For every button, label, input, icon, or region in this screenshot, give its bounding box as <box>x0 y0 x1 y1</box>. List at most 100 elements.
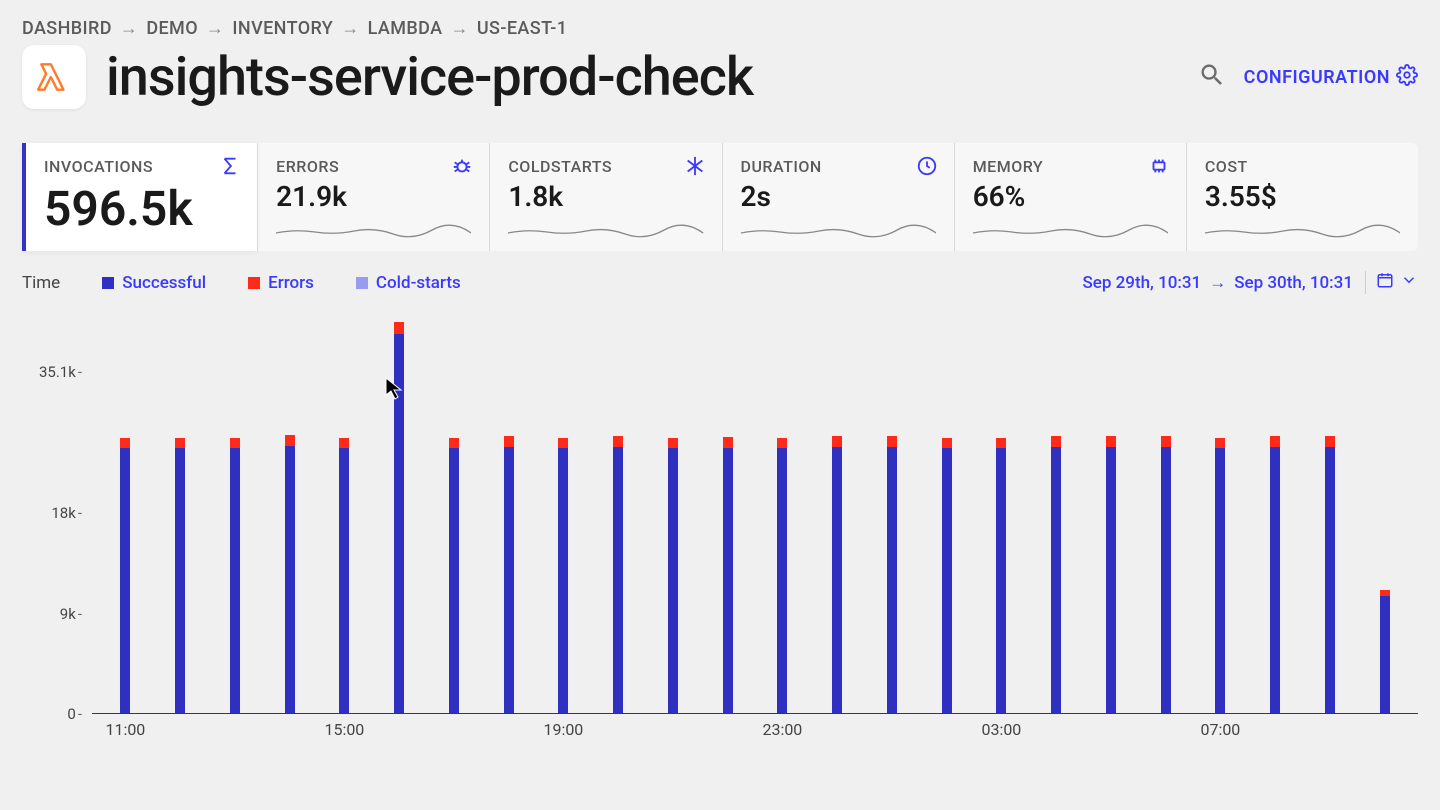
breadcrumb-item[interactable]: US-EAST-1 <box>477 18 568 39</box>
bar-segment-errors <box>1106 436 1116 447</box>
bar-slot[interactable] <box>1193 312 1248 713</box>
metric-card-memory[interactable]: MEMORY 66% <box>954 143 1186 251</box>
x-tick: 11:00 <box>98 714 153 752</box>
sigma-icon <box>219 155 241 177</box>
bar-slot[interactable] <box>1248 312 1303 713</box>
bar-segment-errors <box>613 436 623 447</box>
x-tick <box>1084 714 1139 752</box>
bar-segment-successful <box>1215 448 1225 713</box>
breadcrumb-item[interactable]: DEMO <box>146 18 198 39</box>
bar-segment-errors <box>832 436 842 447</box>
bar-segment-successful <box>558 448 568 713</box>
metric-value: 2s <box>741 180 936 213</box>
bar-slot[interactable] <box>919 312 974 713</box>
bar-segment-successful <box>1380 596 1390 713</box>
bar-segment-errors <box>777 438 787 448</box>
metric-label: COLDSTARTS <box>508 157 703 176</box>
x-tick <box>427 714 482 752</box>
bar-slot[interactable] <box>1084 312 1139 713</box>
metric-card-invocations[interactable]: INVOCATIONS 596.5k <box>22 143 257 251</box>
bar-segment-successful <box>120 448 130 713</box>
legend-item-coldstarts[interactable]: Cold-starts <box>356 273 461 293</box>
metric-card-duration[interactable]: DURATION 2s <box>722 143 954 251</box>
bar-slot[interactable] <box>1357 312 1412 713</box>
chevron-right-icon: → <box>206 18 224 39</box>
clock-icon <box>916 155 938 177</box>
bar <box>175 312 185 713</box>
date-to: Sep 30th, 10:31 <box>1234 273 1353 293</box>
configuration-button[interactable]: CONFIGURATION <box>1244 64 1418 91</box>
metric-value: 596.5k <box>44 180 239 237</box>
chart-plot[interactable] <box>92 312 1418 714</box>
time-axis-label: Time <box>22 273 60 293</box>
x-tick <box>1029 714 1084 752</box>
bar-segment-successful <box>1325 447 1335 713</box>
x-tick <box>262 714 317 752</box>
metric-card-coldstarts[interactable]: COLDSTARTS 1.8k <box>489 143 721 251</box>
bar-slot[interactable] <box>372 312 427 713</box>
bar <box>285 312 295 713</box>
bar-segment-successful <box>613 447 623 713</box>
breadcrumb: DASHBIRD → DEMO → INVENTORY → LAMBDA → U… <box>22 18 1418 39</box>
breadcrumb-item[interactable]: DASHBIRD <box>22 18 112 39</box>
bug-icon <box>451 155 473 177</box>
search-icon[interactable] <box>1198 61 1226 93</box>
legend-item-errors[interactable]: Errors <box>248 273 314 293</box>
arrow-right-icon: → <box>1209 273 1226 293</box>
bar-slot[interactable] <box>865 312 920 713</box>
x-tick <box>1357 714 1412 752</box>
x-tick: 03:00 <box>974 714 1029 752</box>
sparkline <box>741 221 936 241</box>
bar-segment-errors <box>394 322 404 334</box>
metric-label: ERRORS <box>276 157 471 176</box>
bar-slot[interactable] <box>591 312 646 713</box>
bar-slot[interactable] <box>974 312 1029 713</box>
bar-segment-errors <box>230 438 240 448</box>
bar-slot[interactable] <box>646 312 701 713</box>
bar-slot[interactable] <box>317 312 372 713</box>
bar-slot[interactable] <box>1303 312 1358 713</box>
bar-slot[interactable] <box>755 312 810 713</box>
breadcrumb-item[interactable]: LAMBDA <box>368 18 443 39</box>
breadcrumb-item[interactable]: INVENTORY <box>232 18 333 39</box>
bar-segment-successful <box>449 448 459 713</box>
bar <box>1325 312 1335 713</box>
metric-label: DURATION <box>741 157 936 176</box>
bar-segment-successful <box>230 448 240 713</box>
bar-slot[interactable] <box>98 312 153 713</box>
bar-slot[interactable] <box>481 312 536 713</box>
bar-segment-successful <box>887 447 897 713</box>
bar <box>942 312 952 713</box>
date-picker[interactable] <box>1365 271 1418 294</box>
bar-segment-errors <box>1270 436 1280 447</box>
bar-slot[interactable] <box>536 312 591 713</box>
bar-slot[interactable] <box>700 312 755 713</box>
sparkline <box>1205 221 1400 241</box>
bar-segment-errors <box>996 438 1006 448</box>
x-tick <box>700 714 755 752</box>
x-axis: 11:0015:0019:0023:0003:0007:00 <box>92 714 1418 752</box>
chevron-right-icon: → <box>450 18 468 39</box>
bar-slot[interactable] <box>208 312 263 713</box>
sparkline <box>276 221 471 241</box>
metric-card-errors[interactable]: ERRORS 21.9k <box>257 143 489 251</box>
x-tick: 23:00 <box>755 714 810 752</box>
legend-item-successful[interactable]: Successful <box>102 273 206 293</box>
bar-segment-successful <box>175 448 185 713</box>
bar-slot[interactable] <box>153 312 208 713</box>
snowflake-icon <box>684 155 706 177</box>
bar-segment-errors <box>285 435 295 446</box>
bar-slot[interactable] <box>1138 312 1193 713</box>
bar-slot[interactable] <box>427 312 482 713</box>
metric-card-cost[interactable]: COST 3.55$ <box>1186 143 1418 251</box>
bar-segment-errors <box>175 438 185 448</box>
bar-slot[interactable] <box>1029 312 1084 713</box>
bar <box>394 312 404 713</box>
bar-slot[interactable] <box>262 312 317 713</box>
bar <box>1270 312 1280 713</box>
bar-slot[interactable] <box>810 312 865 713</box>
bar <box>1106 312 1116 713</box>
bar-segment-successful <box>1106 447 1116 713</box>
bar-segment-successful <box>339 448 349 713</box>
x-tick: 07:00 <box>1193 714 1248 752</box>
